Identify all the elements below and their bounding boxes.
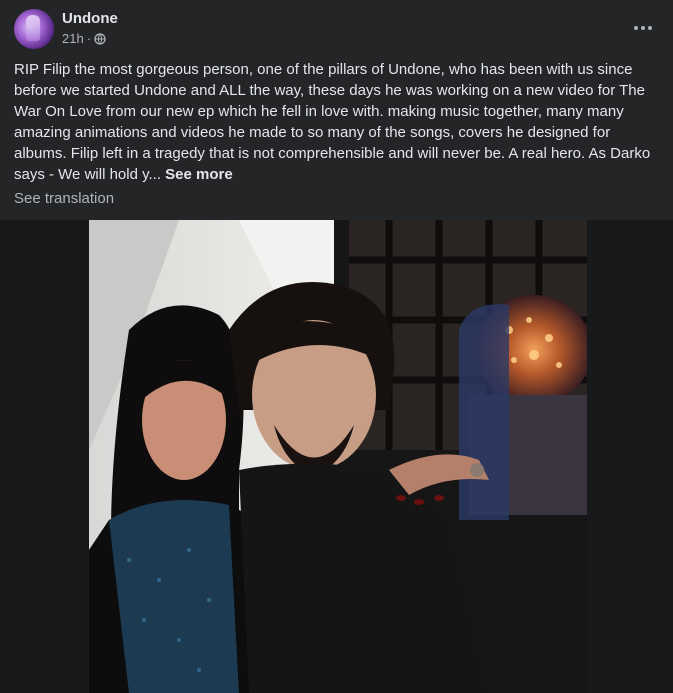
post-header: Undone 21h ·	[0, 0, 673, 60]
post-media	[0, 220, 673, 693]
post-body: RIP Filip the most gorgeous person, one …	[14, 59, 664, 185]
globe-icon[interactable]	[94, 32, 106, 45]
meta-separator: ·	[86, 31, 92, 46]
post-photo[interactable]	[89, 220, 587, 693]
post-body-text: RIP Filip the most gorgeous person, one …	[14, 61, 651, 183]
see-more-link[interactable]: See more	[165, 166, 233, 183]
page-avatar[interactable]	[14, 9, 54, 49]
post-options-button[interactable]	[629, 14, 657, 42]
more-horizontal-icon	[634, 26, 652, 30]
page-name-link[interactable]: Undone	[62, 10, 118, 27]
post-meta: 21h ·	[62, 31, 106, 46]
see-translation-link[interactable]: See translation	[14, 190, 114, 207]
post-timestamp[interactable]: 21h	[62, 31, 84, 46]
